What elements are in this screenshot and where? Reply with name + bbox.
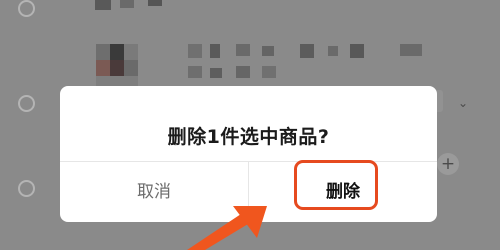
pixelated-block	[95, 0, 111, 10]
pixelated-block	[120, 0, 134, 8]
pixelated-block	[300, 44, 314, 58]
cart-item-checkbox[interactable]	[18, 180, 35, 197]
pointer-arrow-icon	[187, 206, 267, 250]
pixelated-block	[236, 66, 250, 78]
pixelated-block	[110, 60, 124, 76]
pixelated-block	[400, 44, 422, 56]
pixelated-block	[96, 60, 110, 76]
pixelated-block	[124, 44, 138, 60]
chevron-down-icon: ⌄	[458, 96, 469, 110]
cart-item-checkbox[interactable]	[18, 95, 35, 112]
pixelated-block	[210, 68, 222, 78]
pixelated-block	[96, 44, 110, 60]
pixelated-block	[188, 66, 202, 78]
pixelated-block	[110, 44, 124, 60]
dialog-title: 删除1件选中商品?	[167, 126, 330, 148]
pixelated-block	[262, 46, 274, 56]
pixelated-block	[210, 44, 220, 58]
pixelated-block	[350, 44, 364, 58]
pixelated-block	[188, 44, 202, 58]
pixelated-block	[236, 44, 250, 56]
pixelated-block	[124, 60, 138, 76]
pixelated-block	[262, 66, 276, 78]
quantity-plus-button[interactable]: +	[437, 153, 459, 175]
cart-item-checkbox[interactable]	[18, 0, 35, 17]
delete-highlight-box	[294, 160, 378, 210]
pixelated-block	[328, 46, 338, 56]
pixelated-block	[148, 0, 162, 6]
